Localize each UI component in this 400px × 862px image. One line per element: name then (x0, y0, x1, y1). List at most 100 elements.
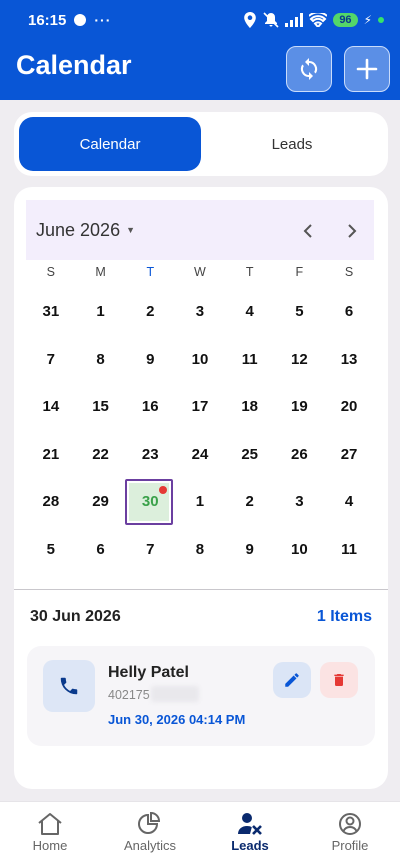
calendar-day[interactable]: 8 (76, 336, 126, 384)
nav-home[interactable]: Home (0, 802, 100, 862)
calendar-day[interactable]: 20 (324, 383, 374, 431)
calendar-day[interactable]: 6 (76, 526, 126, 574)
weekday-label-today: T (146, 265, 155, 279)
calendar-day[interactable]: 13 (324, 336, 374, 384)
calendar-day[interactable]: 3 (175, 288, 225, 336)
day-number: 25 (241, 445, 258, 463)
weekday-label: M (95, 265, 106, 279)
calendar-day[interactable]: 9 (225, 526, 275, 574)
calendar-day[interactable]: 24 (175, 431, 225, 479)
calendar-day[interactable]: 5 (275, 288, 325, 336)
calendar-day[interactable]: 10 (175, 336, 225, 384)
call-button[interactable] (43, 660, 95, 712)
status-icons: 96 ⚡ (243, 12, 384, 28)
calendar-day[interactable]: 6 (324, 288, 374, 336)
calendar-day[interactable]: 26 (275, 431, 325, 479)
calendar-day[interactable]: 11 (225, 336, 275, 384)
prev-month-button[interactable] (296, 220, 320, 242)
day-number: 20 (340, 398, 358, 416)
calendar-day[interactable]: 15 (76, 383, 126, 431)
calendar-day[interactable]: 14 (26, 383, 76, 431)
calendar-day-selected[interactable]: 30 (125, 478, 175, 526)
calendar-day[interactable]: 19 (275, 383, 325, 431)
calendar-day[interactable]: 7 (125, 526, 175, 574)
calendar-day[interactable]: 12 (275, 336, 325, 384)
calendar-day[interactable]: 23 (125, 431, 175, 479)
nav-label: Leads (231, 838, 269, 853)
day-number: 6 (96, 540, 105, 558)
calendar-week-row: 5 6 7 8 9 10 11 (26, 526, 374, 574)
mute-icon (263, 12, 279, 28)
day-number: 12 (291, 350, 308, 368)
calendar-day[interactable]: 4 (324, 478, 374, 526)
calendar-day[interactable]: 18 (225, 383, 275, 431)
calendar-day[interactable]: 7 (26, 336, 76, 384)
day-number: 4 (344, 493, 354, 511)
calendar-day[interactable]: 8 (175, 526, 225, 574)
calendar-day[interactable]: 28 (26, 478, 76, 526)
calendar-week-row: 28 29 30 1 2 3 4 (26, 478, 374, 526)
home-icon (38, 813, 62, 835)
charging-icon: ⚡ (363, 13, 372, 27)
day-number: 23 (141, 445, 159, 463)
delete-lead-button[interactable] (320, 662, 358, 698)
calendar-day[interactable]: 17 (175, 383, 225, 431)
privacy-dot-icon (378, 17, 384, 23)
battery-indicator: 96 (333, 13, 358, 27)
signal-icon (285, 13, 304, 27)
calendar-day[interactable]: 2 (225, 478, 275, 526)
day-number: 2 (146, 303, 155, 321)
calendar-day[interactable]: 10 (275, 526, 325, 574)
day-number: 1 (96, 303, 105, 321)
dropdown-caret-icon[interactable]: ▼ (126, 225, 135, 235)
page-title: Calendar (16, 50, 132, 80)
calendar-day[interactable]: 2 (125, 288, 175, 336)
day-number: 5 (46, 540, 56, 558)
tab-calendar[interactable]: Calendar (19, 117, 201, 171)
day-number: 11 (341, 540, 357, 558)
calendar-week-row: 7 8 9 10 11 12 13 (26, 336, 374, 384)
pencil-icon (285, 673, 299, 687)
calendar-day[interactable]: 21 (26, 431, 76, 479)
add-button[interactable] (344, 46, 390, 92)
analytics-icon (138, 812, 161, 834)
day-number: 28 (42, 493, 60, 511)
next-month-button[interactable] (340, 220, 364, 242)
calendar-day[interactable]: 22 (76, 431, 126, 479)
calendar-day[interactable]: 3 (275, 478, 325, 526)
weekday-header: S M T W T F S (26, 265, 374, 279)
redacted-number (151, 686, 199, 702)
month-selector[interactable]: June 2026 (36, 220, 120, 241)
day-number: 2 (245, 493, 254, 511)
weekday-label: S (46, 265, 56, 279)
day-number: 19 (291, 398, 308, 416)
calendar-day[interactable]: 5 (26, 526, 76, 574)
status-time: 16:15 (28, 11, 67, 29)
wifi-icon (309, 13, 328, 27)
nav-leads[interactable]: Leads (200, 802, 300, 862)
calendar-day[interactable]: 25 (225, 431, 275, 479)
month-header: June 2026 ▼ (26, 200, 374, 260)
tab-leads[interactable]: Leads (201, 117, 383, 171)
nav-profile[interactable]: Profile (300, 802, 400, 862)
day-number: 11 (241, 350, 258, 368)
calendar-day[interactable]: 27 (324, 431, 374, 479)
calendar-day[interactable]: 9 (125, 336, 175, 384)
nav-analytics[interactable]: Analytics (100, 802, 200, 862)
calendar-day[interactable]: 11 (324, 526, 374, 574)
agenda-count: 1 Items (316, 608, 372, 625)
calendar-day[interactable]: 31 (26, 288, 76, 336)
day-number: 18 (241, 398, 258, 416)
lead-item[interactable]: Helly Patel 402175 Jun 30, 2026 04:14 PM (27, 646, 375, 746)
status-more-icon: ··· (94, 12, 112, 28)
day-number: 13 (340, 350, 358, 368)
edit-lead-button[interactable] (273, 662, 311, 698)
day-number: 10 (191, 350, 209, 368)
calendar-day[interactable]: 1 (76, 288, 126, 336)
calendar-day[interactable]: 1 (175, 478, 225, 526)
calendar-day[interactable]: 4 (225, 288, 275, 336)
calendar-day[interactable]: 29 (76, 478, 126, 526)
sync-button[interactable] (286, 46, 332, 92)
calendar-day[interactable]: 16 (125, 383, 175, 431)
day-number: 24 (191, 445, 209, 463)
